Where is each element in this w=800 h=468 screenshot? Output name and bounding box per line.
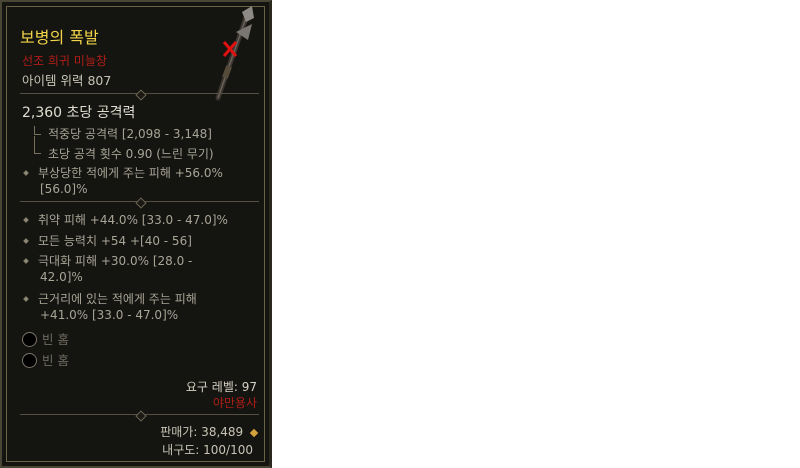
durability: 내구도: 100/100 xyxy=(162,443,253,457)
implicit-stat: 부상당한 적에게 주는 피해 +56.0% [56.0]% xyxy=(23,165,223,197)
attack-speed: 초당 공격 횟수 0.90 (느린 무기) xyxy=(48,147,214,161)
empty-socket-icon xyxy=(22,332,37,347)
damage-per-second: 2,360 초당 공격력 xyxy=(22,105,136,121)
bullet-icon xyxy=(23,169,29,176)
item-power: 아이템 위력 807 xyxy=(22,73,112,88)
socket-slot[interactable]: 빈 홈 xyxy=(22,329,69,348)
bullet-icon xyxy=(23,257,29,264)
required-level: 요구 레벨: 97 xyxy=(185,380,257,394)
bullet-icon xyxy=(23,216,29,223)
sell-value: 판매가: 38,489 xyxy=(160,423,259,440)
separator xyxy=(20,197,259,209)
item-rarity-type: 선조 희귀 미늘창 xyxy=(22,54,107,68)
affix-stat: 모든 능력치 +54 +[40 - 56] xyxy=(23,233,192,249)
item-name: 보병의 폭발 xyxy=(20,28,99,47)
empty-socket-icon xyxy=(22,353,37,368)
class-requirement: 야만용사 xyxy=(212,396,257,410)
affix-stat: 극대화 피해 +30.0% [28.0 - 42.0]% xyxy=(23,253,192,285)
affix-stat: 취약 피해 +44.0% [33.0 - 47.0]% xyxy=(23,212,228,228)
halberd-icon xyxy=(215,6,254,101)
separator xyxy=(20,410,259,422)
damage-per-hit: 적중당 공격력 [2,098 - 3,148] xyxy=(48,127,212,141)
separator xyxy=(20,89,259,101)
gold-coin-icon xyxy=(249,428,259,437)
affix-stat: 근거리에 있는 적에게 주는 피해 +41.0% [33.0 - 47.0]% xyxy=(23,291,197,323)
bullet-icon xyxy=(23,237,29,244)
socket-slot[interactable]: 빈 홈 xyxy=(22,350,69,369)
item-tooltip: 보병의 폭발 선조 희귀 미늘창 아이템 위력 807 2,360 초당 공격력… xyxy=(0,0,272,468)
tree-branch xyxy=(34,136,41,154)
bullet-icon xyxy=(23,295,29,302)
tree-branch xyxy=(34,126,41,135)
